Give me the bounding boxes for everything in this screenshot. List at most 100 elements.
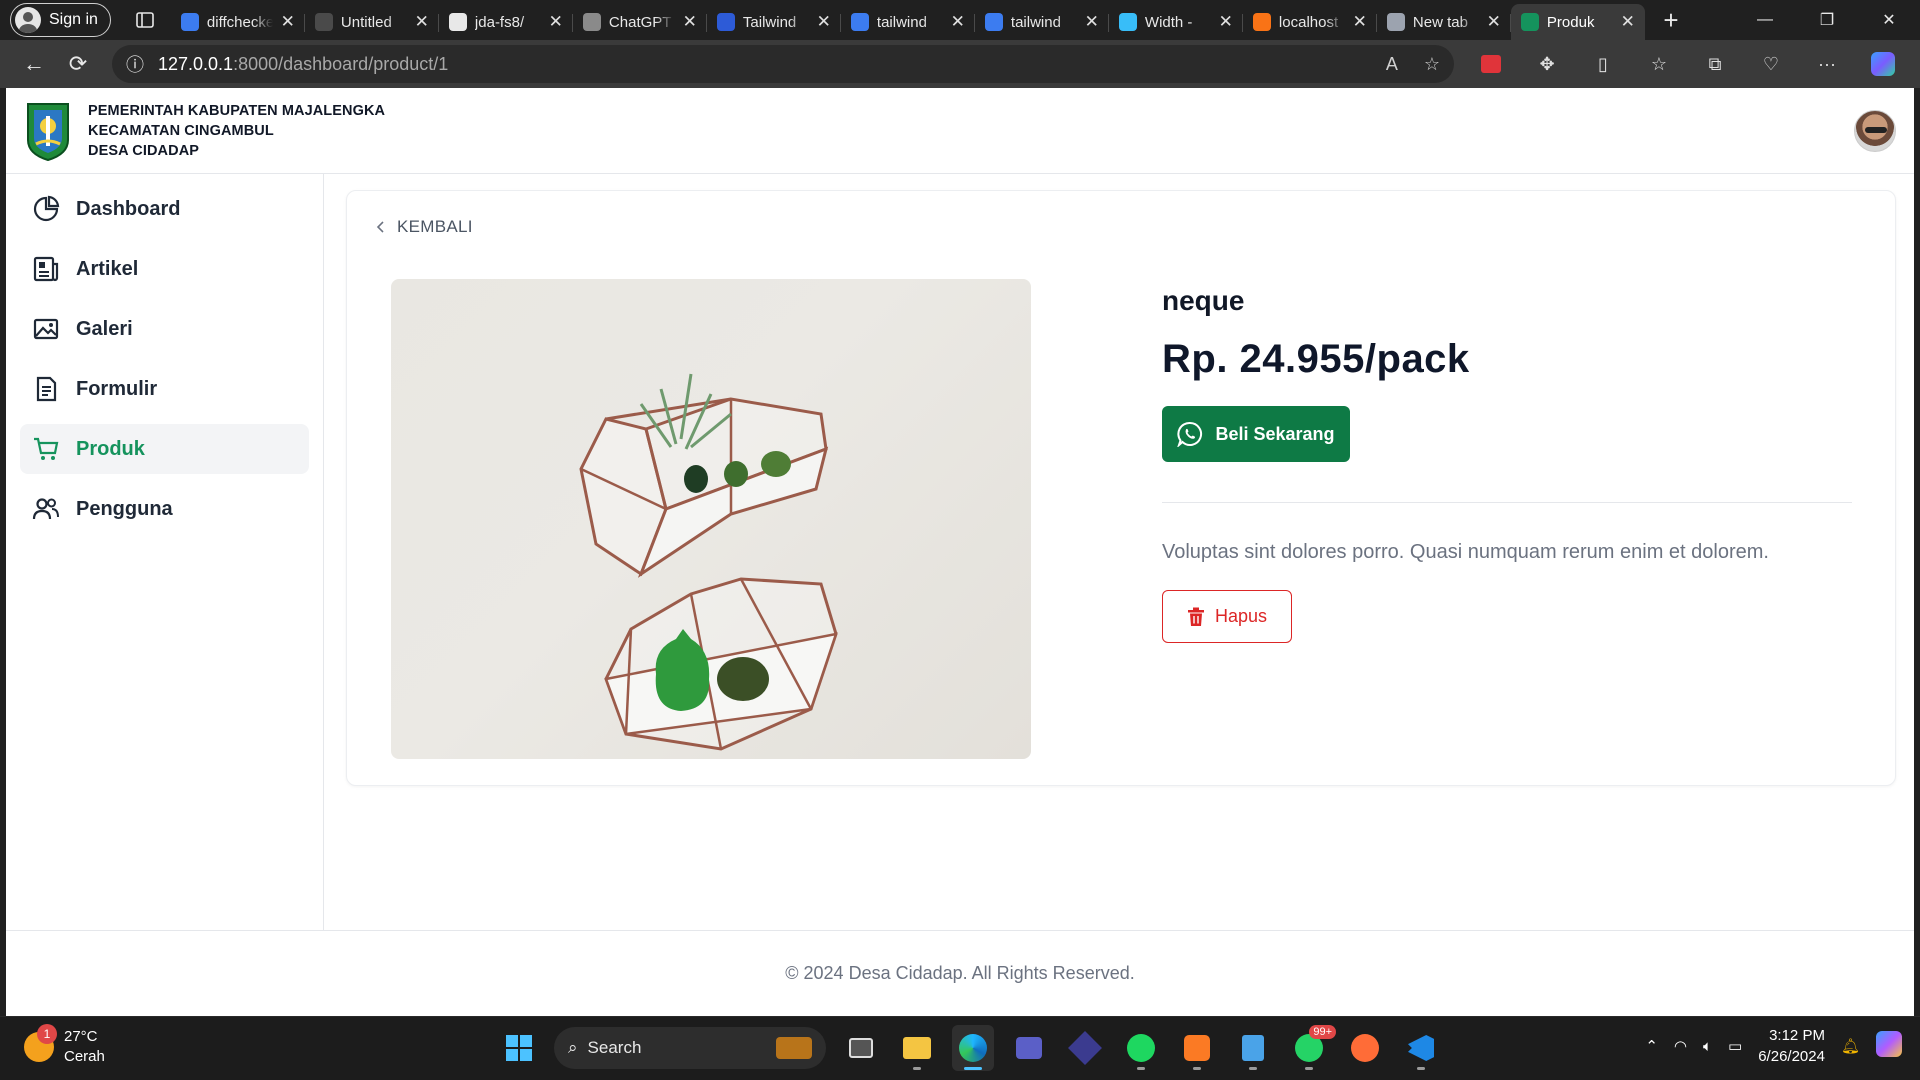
windows-taskbar: 1 27°C Cerah ⌕ Search 99+ ⌃ ◠ 🔈︎ ▭ 3:12 … <box>0 1016 1920 1080</box>
tab-title: Tailwind <box>742 13 797 31</box>
sidebar-item-artikel[interactable]: Artikel <box>20 244 309 294</box>
task-view-icon[interactable] <box>840 1025 882 1071</box>
browser-tab[interactable]: ChatGPT ✕ <box>573 4 707 40</box>
dev-tool-icon[interactable] <box>1064 1025 1106 1071</box>
user-avatar[interactable] <box>1854 110 1896 152</box>
browser-tab[interactable]: localhost ✕ <box>1243 4 1377 40</box>
sidebar-item-label: Produk <box>76 437 145 460</box>
close-tab-icon[interactable]: ✕ <box>1353 12 1367 32</box>
xampp-icon[interactable] <box>1176 1025 1218 1071</box>
close-tab-icon[interactable]: ✕ <box>1621 12 1635 32</box>
windows-start-icon[interactable] <box>498 1025 540 1071</box>
favorites-icon[interactable]: ☆ <box>1640 54 1678 75</box>
sidebar-item-galeri[interactable]: Galeri <box>20 304 309 354</box>
browser-tab[interactable]: Produk ✕ <box>1510 4 1645 40</box>
collections-icon[interactable]: ⧉ <box>1696 54 1734 75</box>
edge-browser-icon[interactable] <box>952 1025 994 1071</box>
taskbar-search[interactable]: ⌕ Search <box>554 1027 826 1069</box>
address-bar[interactable]: ⓘ 127.0.0.1:8000/dashboard/product/1 A ☆ <box>112 45 1454 83</box>
minimize-icon[interactable]: — <box>1734 0 1796 40</box>
header-line-3: DESA CIDADAP <box>88 142 200 159</box>
tray-chevron-up-icon[interactable]: ⌃ <box>1645 1037 1658 1055</box>
browser-tab[interactable]: Tailwind ✕ <box>707 4 841 40</box>
buy-now-button[interactable]: Beli Sekarang <box>1162 406 1350 462</box>
product-name: neque <box>1162 285 1245 316</box>
github-icon <box>448 13 467 31</box>
copyright-text: © 2024 Desa Cidadap. All Rights Reserved… <box>785 963 1135 983</box>
sidebar-item-dashboard[interactable]: Dashboard <box>20 184 309 234</box>
browser-tools: ✥ ▯ ☆ ⧉ ♡ ··· <box>1472 52 1902 76</box>
clock[interactable]: 3:12 PM 6/26/2024 <box>1758 1025 1825 1067</box>
system-tray: ⌃ ◠ 🔈︎ ▭ 3:12 PM 6/26/2024 🔔︎ <box>1645 1025 1902 1067</box>
favorite-star-icon[interactable]: ☆ <box>1424 54 1440 75</box>
weather-widget[interactable]: 1 27°C Cerah <box>24 1024 105 1067</box>
clock-date: 6/26/2024 <box>1758 1048 1825 1065</box>
new-tab-button[interactable]: + <box>1651 2 1691 38</box>
browser-tab[interactable]: tailwind ✕ <box>841 4 975 40</box>
sidebar-item-pengguna[interactable]: Pengguna <box>20 484 309 534</box>
file-explorer-icon[interactable] <box>896 1025 938 1071</box>
refresh-icon[interactable]: ⟳ <box>56 44 100 84</box>
battery-icon[interactable]: ▭ <box>1728 1037 1742 1055</box>
cart-icon <box>34 437 59 460</box>
close-window-icon[interactable]: ✕ <box>1858 0 1920 40</box>
tab-title: Untitled <box>340 13 392 31</box>
back-arrow-icon[interactable]: ← <box>12 44 56 84</box>
notification-bell-icon[interactable]: 🔔︎ <box>1841 1037 1860 1055</box>
more-options-icon[interactable]: ··· <box>1808 54 1846 75</box>
close-tab-icon[interactable]: ✕ <box>415 12 429 32</box>
browser-tab[interactable]: jda-fs8/ ✕ <box>439 4 573 40</box>
browser-tab[interactable]: diffchecker ✕ <box>171 4 305 40</box>
browser-tab-strip: Sign in diffchecker ✕ Untitled ✕ jda-fs8/✕ Ch… <box>0 0 1920 40</box>
browser-tab[interactable]: New tab ✕ <box>1377 4 1511 40</box>
close-tab-icon[interactable]: ✕ <box>1487 12 1501 32</box>
spotify-icon[interactable] <box>1120 1025 1162 1071</box>
close-tab-icon[interactable]: ✕ <box>549 12 563 32</box>
close-tab-icon[interactable]: ✕ <box>683 12 697 32</box>
close-tab-icon[interactable]: ✕ <box>817 12 831 32</box>
back-link[interactable]: KEMBALI <box>375 217 473 237</box>
vscode-icon[interactable] <box>1400 1025 1442 1071</box>
url-host: 127.0.0.1 <box>158 53 234 74</box>
postman-icon[interactable] <box>1344 1025 1386 1071</box>
notepad-icon[interactable] <box>1232 1025 1274 1071</box>
main-content: KEMBALI neque Rp. 24.955/pack Beli Sekar… <box>324 174 1914 930</box>
extension-red-icon[interactable] <box>1472 55 1510 73</box>
copilot-taskbar-icon[interactable] <box>1876 1031 1902 1061</box>
product-price: Rp. 24.955/pack <box>1162 337 1470 381</box>
sidebar-item-produk[interactable]: Produk <box>20 424 309 474</box>
close-tab-icon[interactable]: ✕ <box>951 12 965 32</box>
close-tab-icon[interactable]: ✕ <box>281 12 295 32</box>
profile-signin-button[interactable]: Sign in <box>10 3 111 37</box>
weather-temp: 27°C <box>64 1028 98 1045</box>
browser-tab[interactable]: Untitled ✕ <box>305 4 439 40</box>
extensions-puzzle-icon[interactable]: ✥ <box>1528 54 1566 75</box>
sidebar-item-formulir[interactable]: Formulir <box>20 364 309 414</box>
chatgpt-icon <box>582 13 601 31</box>
read-aloud-icon[interactable]: A <box>1386 54 1398 75</box>
browser-tab[interactable]: Width - ✕ <box>1109 4 1243 40</box>
split-screen-icon[interactable]: ▯ <box>1584 54 1622 75</box>
logo-icon <box>1520 13 1539 31</box>
whatsapp-badge: 99+ <box>1309 1025 1336 1039</box>
tailwind-icon <box>716 13 735 31</box>
whatsapp-app-icon[interactable]: 99+ <box>1288 1025 1336 1071</box>
profile-icon <box>15 7 41 33</box>
signin-label: Sign in <box>49 11 98 28</box>
wifi-icon[interactable]: ◠ <box>1674 1037 1687 1055</box>
close-tab-icon[interactable]: ✕ <box>1219 12 1233 32</box>
image-icon <box>33 318 59 340</box>
address-toolbar: ← ⟳ ⓘ 127.0.0.1:8000/dashboard/product/1… <box>0 40 1920 88</box>
restore-icon[interactable]: ❐ <box>1796 0 1858 40</box>
browser-tab[interactable]: tailwind ✕ <box>975 4 1109 40</box>
site-info-icon[interactable]: ⓘ <box>126 51 144 77</box>
newspaper-icon <box>33 256 59 282</box>
close-tab-icon[interactable]: ✕ <box>1085 12 1099 32</box>
delete-button[interactable]: Hapus <box>1162 590 1292 643</box>
volume-icon[interactable]: 🔈︎ <box>1703 1038 1712 1055</box>
chevron-left-icon <box>376 221 384 233</box>
workspaces-icon[interactable] <box>125 0 165 40</box>
teams-icon[interactable] <box>1008 1025 1050 1071</box>
copilot-icon[interactable] <box>1864 52 1902 76</box>
health-icon[interactable]: ♡ <box>1752 54 1790 75</box>
